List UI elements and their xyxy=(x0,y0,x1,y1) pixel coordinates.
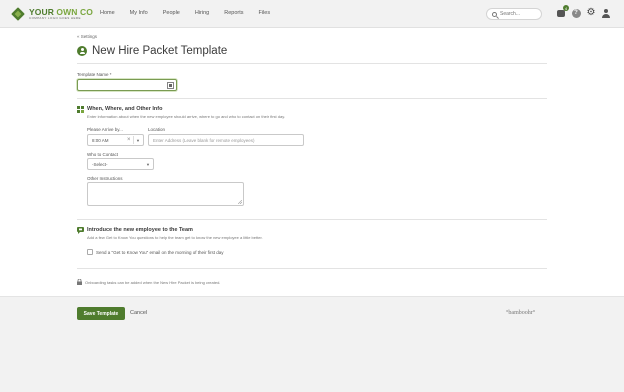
location-input[interactable]: Enter Address (Leave blank for remote em… xyxy=(148,134,304,146)
template-name-label: Template Name * xyxy=(77,72,112,77)
section-title-when-where: When, Where, and Other Info xyxy=(87,106,163,112)
arrive-by-time-select[interactable]: 8:00 AM × ▼ xyxy=(87,134,144,146)
logo-wordmark: YOUR OWN CO xyxy=(29,6,93,17)
top-navigation-bar: YOUR OWN CO COMPANY LOGO GOES HERE Home … xyxy=(0,0,624,28)
search-icon xyxy=(492,11,497,17)
divider xyxy=(77,63,547,64)
save-template-button[interactable]: Save Template xyxy=(77,307,125,320)
contact-select[interactable]: -Select- ▼ xyxy=(87,158,154,170)
autofill-key-icon xyxy=(167,82,174,89)
contact-label: Who to Contact xyxy=(87,152,119,157)
nav-item-my-info[interactable]: My Info xyxy=(130,10,148,16)
notification-badge: 4 xyxy=(563,5,569,11)
company-logo[interactable]: YOUR OWN CO COMPANY LOGO GOES HERE xyxy=(11,6,93,22)
lock-icon xyxy=(77,279,82,285)
section-description-introduce: Add a few Get to Know You questions to h… xyxy=(87,235,263,240)
nav-item-hiring[interactable]: Hiring xyxy=(195,10,209,16)
other-instructions-textarea[interactable] xyxy=(87,182,244,206)
chevron-down-icon: ▼ xyxy=(146,162,150,167)
chevron-down-icon: ▼ xyxy=(136,138,140,143)
page-title: New Hire Packet Template xyxy=(92,45,228,57)
nav-item-files[interactable]: Files xyxy=(259,10,271,16)
grid-icon xyxy=(77,106,84,113)
template-name-input[interactable] xyxy=(77,79,177,91)
logo-tagline: COMPANY LOGO GOES HERE xyxy=(29,16,81,21)
nav-item-home[interactable]: Home xyxy=(100,10,115,16)
gear-icon: ⚙ xyxy=(586,7,596,18)
cancel-button[interactable]: Cancel xyxy=(130,310,147,316)
separator xyxy=(133,136,134,144)
breadcrumb[interactable]: « Settings xyxy=(77,34,97,39)
divider xyxy=(77,98,547,99)
speech-bubble-icon xyxy=(77,227,84,234)
onboarding-note: Onboarding tasks can be added when the N… xyxy=(85,280,221,285)
nav-item-reports[interactable]: Reports xyxy=(224,10,243,16)
other-instructions-label: Other Instructions xyxy=(87,176,123,181)
settings-button[interactable]: ⚙ xyxy=(586,8,596,18)
account-button[interactable] xyxy=(601,8,611,18)
person-circle-icon xyxy=(77,46,87,56)
help-icon: ? xyxy=(571,8,581,18)
search-input[interactable] xyxy=(500,11,540,17)
bamboohr-logo: °bamboohr° xyxy=(506,310,536,316)
resize-handle-icon[interactable] xyxy=(238,200,242,204)
main-nav: Home My Info People Hiring Reports Files xyxy=(100,10,285,16)
section-title-introduce: Introduce the new employee to the Team xyxy=(87,227,193,233)
user-icon xyxy=(602,8,610,18)
divider xyxy=(77,268,547,269)
divider xyxy=(77,219,547,220)
page-header: New Hire Packet Template xyxy=(77,45,227,57)
clear-icon[interactable]: × xyxy=(127,137,131,143)
arrive-by-label: Please Arrive by... xyxy=(87,127,123,132)
section-description-when-where: Enter information about when the new emp… xyxy=(87,114,286,119)
get-to-know-you-checkbox[interactable] xyxy=(87,249,93,255)
get-to-know-you-label[interactable]: Send a "Get to Know You" email on the mo… xyxy=(96,250,224,255)
cube-logo-icon xyxy=(11,7,25,21)
header-actions: 4 ? ⚙ xyxy=(556,5,616,18)
help-button[interactable]: ? xyxy=(571,8,581,18)
nav-item-people[interactable]: People xyxy=(163,10,180,16)
location-label: Location xyxy=(148,127,166,132)
messages-button[interactable]: 4 xyxy=(556,5,569,18)
search-box[interactable] xyxy=(486,8,542,20)
